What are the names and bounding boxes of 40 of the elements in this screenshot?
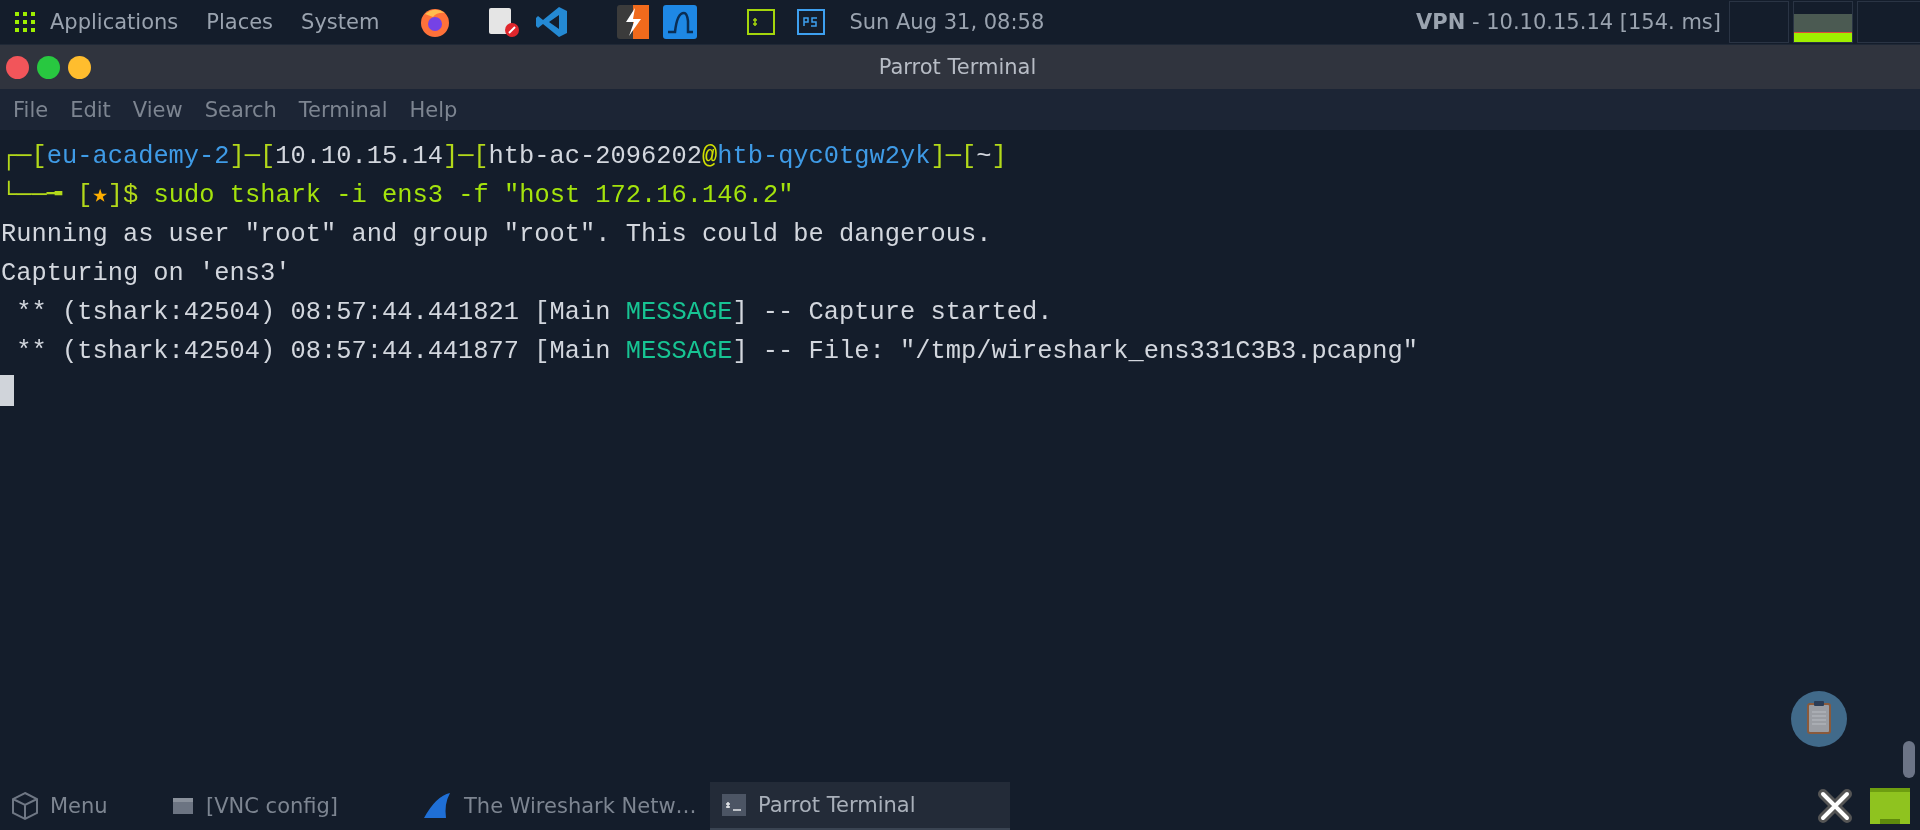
maximize-button[interactable] bbox=[37, 55, 60, 79]
terminal-icon bbox=[722, 794, 746, 816]
terminal-line: └──╼ [★]$ sudo tshark -i ens3 -f "host 172.16.146.2" bbox=[0, 179, 795, 212]
terminal-line: ** (tshark:42504) 08:57:44.441821 [Main MESSAGE] -- Capture started. bbox=[15, 297, 1054, 329]
panel-menu[interactable]: System bbox=[287, 10, 394, 34]
monitor-widget bbox=[1793, 1, 1853, 43]
menu-item[interactable]: View bbox=[121, 97, 194, 122]
window-icon bbox=[172, 796, 194, 816]
panel-menu[interactable]: Applications bbox=[36, 10, 193, 34]
terminal-line: Capturing on 'ens3' bbox=[0, 258, 292, 290]
text-cursor bbox=[0, 375, 14, 406]
menu-item[interactable]: Edit bbox=[59, 97, 122, 122]
code-editor-icon[interactable] bbox=[535, 5, 570, 39]
text-editor-icon[interactable] bbox=[487, 6, 522, 38]
vpn-status: VPN - 10.10.15.14 [154. ms] bbox=[1416, 10, 1721, 34]
terminal-line: ** (tshark:42504) 08:57:44.441877 [Main MESSAGE] -- File: "/tmp/wireshark_ens331C3B3.pcapng" bbox=[15, 336, 1420, 368]
clipboard-icon[interactable] bbox=[1790, 690, 1848, 748]
start-menu-button[interactable]: Menu bbox=[0, 791, 160, 821]
terminal-line: Running as user "root" and group "root". This could be dangerous. bbox=[0, 219, 993, 251]
fin-app-icon[interactable] bbox=[663, 5, 698, 39]
powershell-icon[interactable] bbox=[797, 9, 826, 35]
scrollbar-thumb[interactable] bbox=[1903, 741, 1915, 778]
panel-clock: Sun Aug 31, 08:58 bbox=[849, 10, 1045, 34]
minimize-button[interactable] bbox=[68, 55, 91, 79]
window-title: Parrot Terminal bbox=[877, 55, 1038, 79]
cube-icon bbox=[10, 791, 40, 821]
taskbar-task[interactable]: Parrot Terminal bbox=[710, 782, 1010, 830]
lightning-app-icon[interactable] bbox=[617, 5, 650, 39]
terminal-icon[interactable] bbox=[747, 9, 776, 35]
panel-menu[interactable]: Places bbox=[192, 10, 288, 34]
close-icon[interactable] bbox=[1816, 787, 1854, 825]
menu-item[interactable]: Help bbox=[398, 97, 469, 122]
fin-icon bbox=[422, 792, 452, 820]
firefox-icon[interactable] bbox=[419, 6, 452, 38]
close-button[interactable] bbox=[6, 55, 29, 79]
menu-item[interactable]: Search bbox=[193, 97, 288, 122]
app-grid-icon[interactable] bbox=[14, 11, 36, 33]
menu-item[interactable]: File bbox=[2, 97, 60, 122]
terminal-line: ┌─[eu-academy-2]─[10.10.15.14]─[htb-ac-2096202@htb-qyc0tgw2yk]─[~] bbox=[0, 141, 1008, 173]
menu-item[interactable]: Terminal bbox=[287, 97, 399, 122]
